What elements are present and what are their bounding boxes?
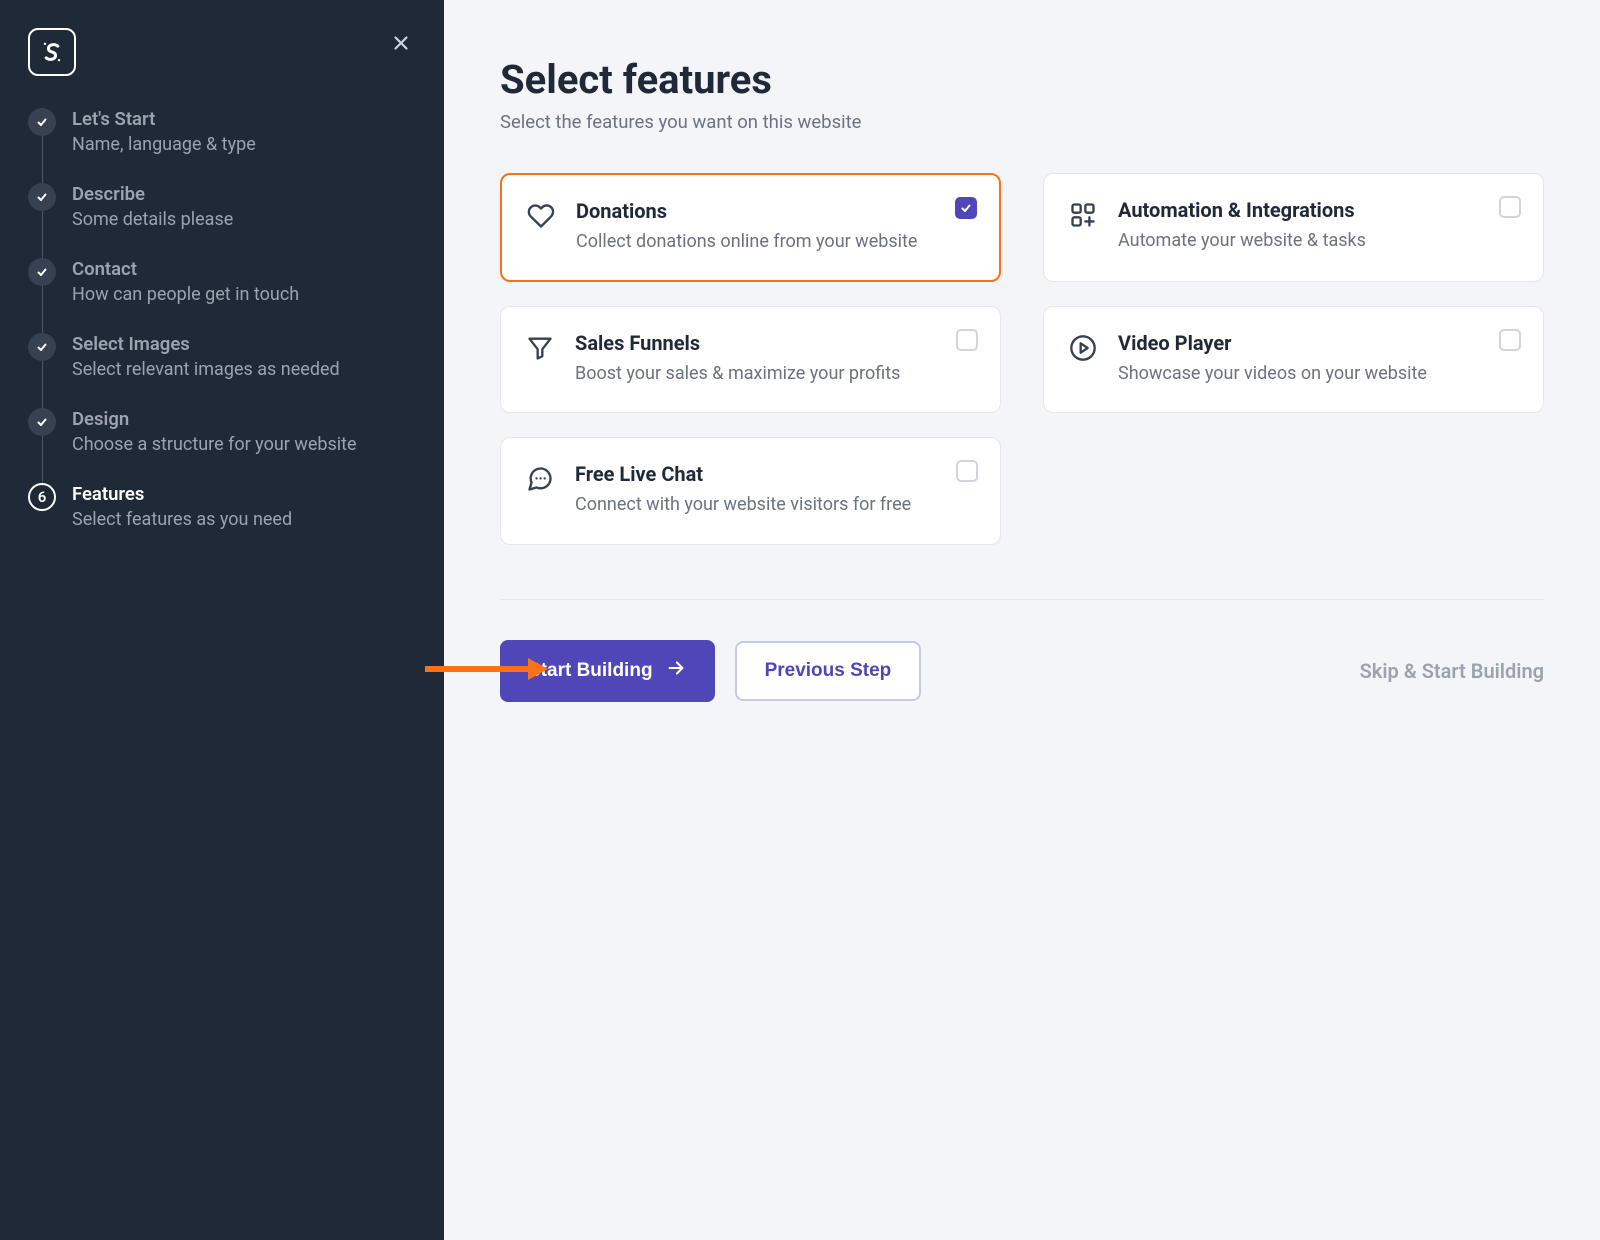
feature-desc: Boost your sales & maximize your profits	[575, 361, 900, 386]
page-title: Select features	[500, 56, 1544, 103]
page-subtitle: Select the features you want on this web…	[500, 111, 1544, 133]
feature-card-video-player[interactable]: Video Player Showcase your videos on you…	[1043, 306, 1544, 413]
step-title: Let's Start	[72, 108, 256, 130]
play-circle-icon	[1068, 333, 1098, 363]
arrow-right-icon	[665, 657, 687, 685]
step-features[interactable]: 6 Features Select features as you need	[28, 483, 416, 558]
close-icon[interactable]	[390, 32, 412, 58]
feature-card-automation[interactable]: Automation & Integrations Automate your …	[1043, 173, 1544, 282]
sidebar: Let's Start Name, language & type Descri…	[0, 0, 444, 1240]
check-icon	[28, 333, 56, 361]
step-title: Features	[72, 483, 292, 505]
feature-checkbox[interactable]	[1499, 196, 1521, 218]
step-connector	[42, 436, 43, 486]
step-sub: Choose a structure for your website	[72, 434, 357, 455]
step-select-images[interactable]: Select Images Select relevant images as …	[28, 333, 416, 408]
logo	[28, 28, 76, 76]
step-sub: Name, language & type	[72, 134, 256, 155]
step-describe[interactable]: Describe Some details please	[28, 183, 416, 258]
step-lets-start[interactable]: Let's Start Name, language & type	[28, 108, 416, 183]
step-connector	[42, 286, 43, 336]
step-title: Contact	[72, 258, 299, 280]
step-connector	[42, 211, 43, 261]
funnel-icon	[525, 333, 555, 363]
check-icon	[28, 258, 56, 286]
button-label: Start Building	[528, 660, 653, 682]
step-title: Describe	[72, 183, 233, 205]
check-icon	[28, 408, 56, 436]
step-design[interactable]: Design Choose a structure for your websi…	[28, 408, 416, 483]
feature-checkbox[interactable]	[956, 329, 978, 351]
feature-checkbox[interactable]	[955, 197, 977, 219]
step-title: Select Images	[72, 333, 340, 355]
chat-icon	[525, 464, 555, 494]
feature-title: Free Live Chat	[575, 462, 911, 486]
previous-step-button[interactable]: Previous Step	[735, 641, 922, 701]
feature-title: Donations	[576, 199, 917, 223]
step-sub: Some details please	[72, 209, 233, 230]
step-connector	[42, 361, 43, 411]
step-sub: Select features as you need	[72, 509, 292, 530]
step-title: Design	[72, 408, 357, 430]
feature-checkbox[interactable]	[956, 460, 978, 482]
check-icon	[28, 183, 56, 211]
feature-desc: Automate your website & tasks	[1118, 228, 1366, 253]
heart-icon	[526, 201, 556, 231]
steps-list: Let's Start Name, language & type Descri…	[28, 108, 416, 558]
step-sub: Select relevant images as needed	[72, 359, 340, 380]
grid-plus-icon	[1068, 200, 1098, 230]
actions-row: Start Building Previous Step Skip & Star…	[500, 640, 1544, 702]
feature-checkbox[interactable]	[1499, 329, 1521, 351]
check-icon	[28, 108, 56, 136]
step-connector	[42, 136, 43, 186]
feature-card-live-chat[interactable]: Free Live Chat Connect with your website…	[500, 437, 1001, 544]
feature-desc: Connect with your website visitors for f…	[575, 492, 911, 517]
features-grid: Donations Collect donations online from …	[500, 173, 1544, 545]
divider	[500, 599, 1544, 600]
feature-card-donations[interactable]: Donations Collect donations online from …	[500, 173, 1001, 282]
step-number: 6	[28, 483, 56, 511]
feature-title: Automation & Integrations	[1118, 198, 1366, 222]
skip-link[interactable]: Skip & Start Building	[1360, 659, 1544, 683]
feature-card-sales-funnels[interactable]: Sales Funnels Boost your sales & maximiz…	[500, 306, 1001, 413]
feature-title: Sales Funnels	[575, 331, 900, 355]
feature-desc: Collect donations online from your websi…	[576, 229, 917, 254]
main-content: Select features Select the features you …	[444, 0, 1600, 1240]
step-contact[interactable]: Contact How can people get in touch	[28, 258, 416, 333]
start-building-button[interactable]: Start Building	[500, 640, 715, 702]
feature-title: Video Player	[1118, 331, 1427, 355]
step-sub: How can people get in touch	[72, 284, 299, 305]
button-label: Previous Step	[765, 660, 892, 682]
feature-desc: Showcase your videos on your website	[1118, 361, 1427, 386]
